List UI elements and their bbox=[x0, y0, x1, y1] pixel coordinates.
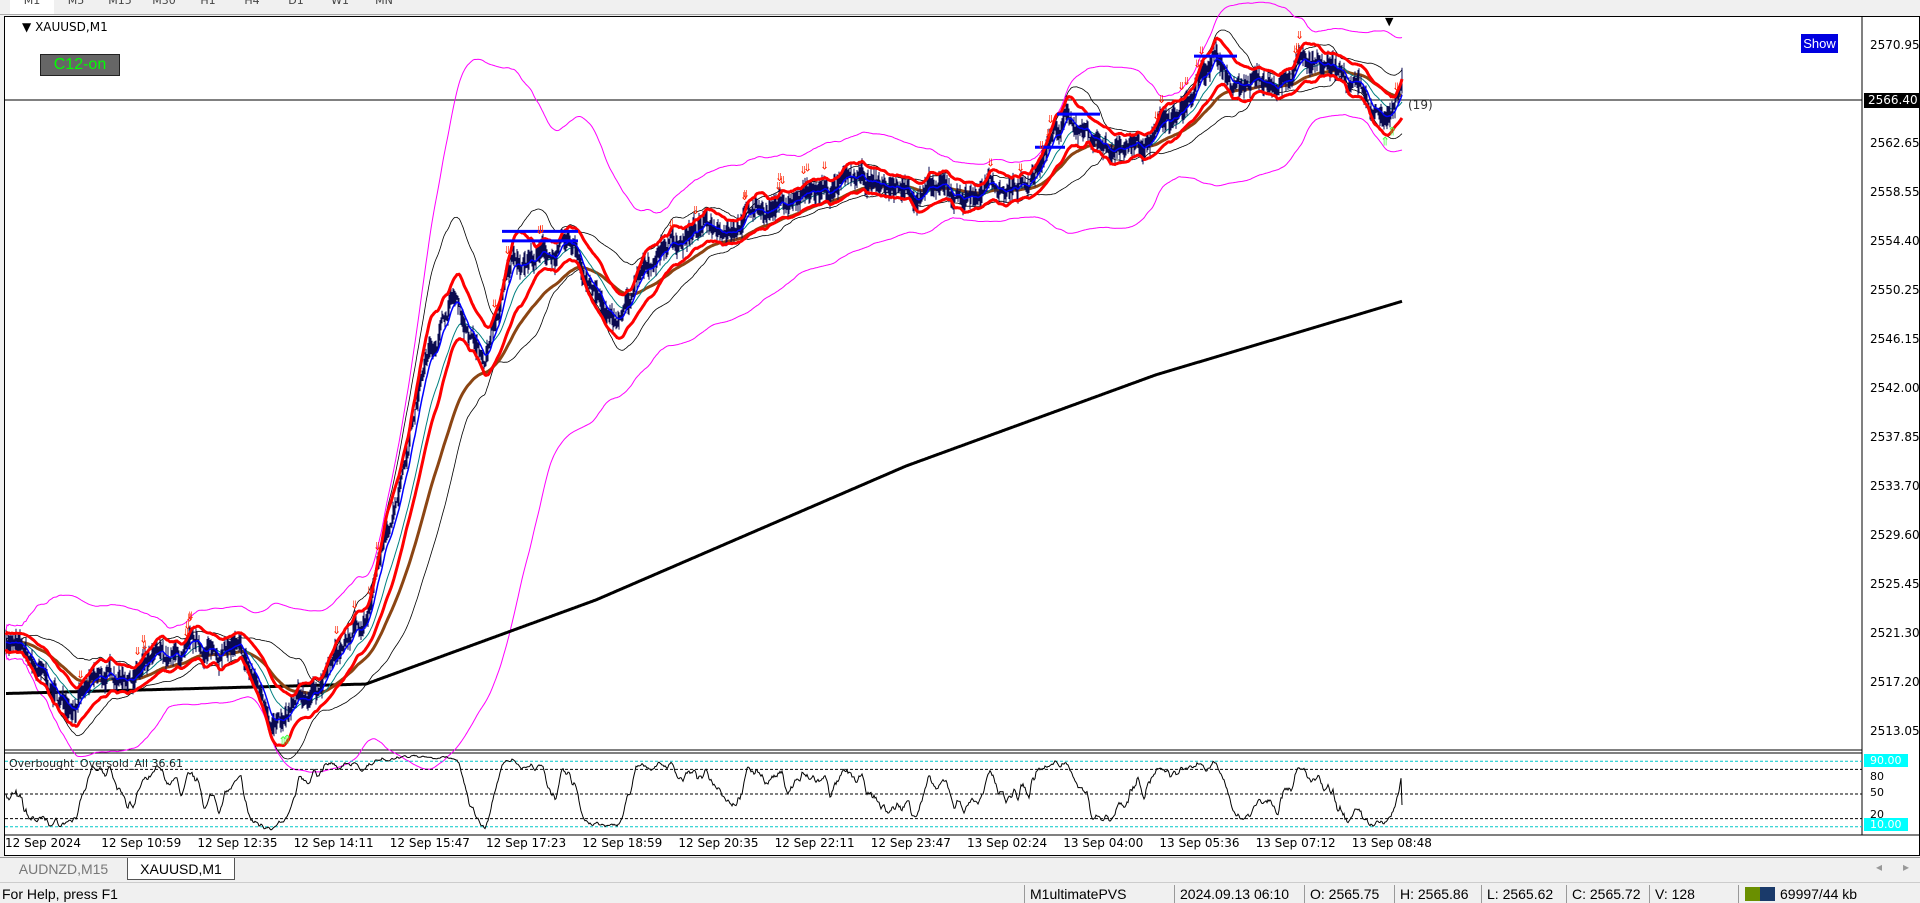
price-tick: 2525.45 bbox=[1870, 577, 1920, 592]
sell-arrow-icon: ⇓ bbox=[803, 161, 812, 174]
time-tick: 13 Sep 02:24 bbox=[967, 836, 1048, 850]
chart-tabs: AUDNZD,M15 XAUUSD,M1 ◂ ▸ bbox=[0, 857, 1920, 880]
sell-arrow-icon: ⇓ bbox=[741, 188, 750, 201]
red-band-upper bbox=[4, 36, 1404, 698]
price-tick: 2570.95 bbox=[1870, 38, 1920, 52]
symbol-title: XAUUSD,M1 bbox=[35, 20, 108, 34]
time-tick: 12 Sep 17:23 bbox=[486, 836, 567, 850]
sell-arrow-icon: ⇓ bbox=[350, 599, 359, 612]
time-tick: 12 Sep 18:59 bbox=[582, 836, 663, 850]
sell-arrow-icon: ⇓ bbox=[1293, 41, 1302, 54]
sell-arrow-icon: ⇓ bbox=[778, 174, 787, 187]
teal-moving-average bbox=[5, 64, 1403, 711]
sell-arrow-icon: ⇓ bbox=[537, 223, 546, 236]
time-tick: 12 Sep 2024 bbox=[5, 836, 82, 850]
buy-arrow-icon: ⇑ bbox=[282, 732, 292, 746]
sell-arrow-icon: ⇓ bbox=[1182, 75, 1191, 88]
price-chart[interactable]: ⇓⇓⇓⇓⇓⇓⇓⇓⇓⇓⇓⇓⇓⇓⇓⇓ ⇓⇓⇓⇓⇓⇓⇓⇓⇓ ⇓ ⇓ ⇓⇓⇓⇓ ⇓⇓⇓⇓⇓⇓ ⇓⇓⇓… bbox=[0, 0, 1920, 860]
price-tick: 2550.25 bbox=[1870, 283, 1920, 298]
c12-toggle-button[interactable]: C12-on bbox=[40, 54, 120, 76]
price-tick: 2513.05 bbox=[1870, 724, 1920, 739]
sell-arrow-icon: ⇓ bbox=[76, 669, 85, 682]
tab-xauusd-m1[interactable]: XAUUSD,M1 bbox=[127, 858, 235, 880]
sell-arrow-icon: ⇓ bbox=[1037, 139, 1046, 152]
sell-arrow-icon: ⇓ bbox=[332, 624, 341, 637]
sell-arrow-icon: ⇓ bbox=[1152, 109, 1161, 122]
sell-arrow-icon: ⇓ bbox=[1044, 127, 1053, 140]
sell-arrow-icon: ⇓ bbox=[186, 610, 195, 623]
tab-scroll-left-icon[interactable]: ◂ bbox=[1876, 860, 1882, 874]
time-tick: 12 Sep 22:11 bbox=[774, 836, 855, 850]
bar-datetime: 2024.09.13 06:10 bbox=[1180, 886, 1289, 902]
bar-close: C: 2565.72 bbox=[1572, 886, 1641, 902]
tab-audnzd-m15[interactable]: AUDNZD,M15 bbox=[0, 858, 127, 880]
price-bars bbox=[5, 40, 1403, 737]
level-90: 90.00 bbox=[1864, 754, 1908, 767]
oscillator-label: Overbought_Oversold_All 36.61 bbox=[9, 757, 183, 770]
time-tick: 12 Sep 10:59 bbox=[101, 836, 182, 850]
price-tick: 2562.65 bbox=[1870, 136, 1920, 151]
buy-arrow-icon: ⇑ bbox=[1387, 124, 1397, 138]
price-tick: 2537.85 bbox=[1870, 430, 1920, 445]
brown-moving-average bbox=[6, 69, 1403, 695]
chart-title: ▼ XAUUSD,M1 bbox=[22, 20, 108, 34]
sell-arrow-icon: ⇓ bbox=[503, 244, 512, 257]
sell-arrow-icon: ⇓ bbox=[373, 540, 382, 553]
bar-volume: V: 128 bbox=[1655, 886, 1695, 902]
sell-arrow-icon: ⇓ bbox=[1046, 113, 1055, 126]
price-tick: 2533.70 bbox=[1870, 479, 1920, 494]
time-tick: 13 Sep 05:36 bbox=[1159, 836, 1240, 850]
blue-moving-average bbox=[5, 57, 1403, 722]
sell-arrow-icon: ⇓ bbox=[1193, 58, 1202, 71]
time-tick: 13 Sep 07:12 bbox=[1255, 836, 1336, 850]
bar-high: H: 2565.86 bbox=[1400, 886, 1469, 902]
price-tick: 2554.40 bbox=[1870, 234, 1920, 249]
price-tick: 2542.00 bbox=[1870, 381, 1920, 395]
sell-arrow-icon: ⇓ bbox=[1016, 162, 1025, 175]
price-tick: 2546.15 bbox=[1870, 331, 1920, 346]
sell-arrow-icon: ⇓ bbox=[490, 297, 499, 310]
help-text: For Help, press F1 bbox=[2, 886, 118, 902]
traffic-info: 69997/44 kb bbox=[1780, 886, 1858, 902]
sell-arrow-icon: ⇓ bbox=[365, 584, 374, 597]
level-50: 50 bbox=[1870, 786, 1884, 799]
period-marker-icon: ▼ bbox=[1385, 15, 1394, 28]
sell-arrow-icon: ⇓ bbox=[1295, 29, 1304, 42]
current-price-label: 2566.40 bbox=[1864, 93, 1920, 108]
profile-name: M1ultimatePVS bbox=[1030, 886, 1127, 902]
bar-low: L: 2565.62 bbox=[1487, 886, 1554, 902]
bid-count-label: (19) bbox=[1408, 98, 1433, 112]
sell-arrow-icon: ⇓ bbox=[691, 204, 700, 217]
time-tick: 12 Sep 20:35 bbox=[678, 836, 759, 850]
connection-bars-icon[interactable] bbox=[1745, 887, 1775, 901]
price-tick: 2529.60 bbox=[1870, 527, 1920, 542]
tab-scroll-right-icon[interactable]: ▸ bbox=[1903, 860, 1909, 874]
price-tick: 2558.55 bbox=[1870, 184, 1920, 199]
collapse-triangle-icon[interactable]: ▼ bbox=[22, 20, 31, 34]
sell-arrow-icon: ⇓ bbox=[1392, 81, 1401, 94]
time-tick: 13 Sep 04:00 bbox=[1063, 836, 1144, 850]
sell-arrow-icon: ⇓ bbox=[986, 157, 995, 170]
show-button[interactable]: Show bbox=[1801, 34, 1838, 53]
time-tick: 12 Sep 15:47 bbox=[389, 836, 470, 850]
sell-arrow-icon: ⇓ bbox=[667, 218, 676, 231]
status-bar: For Help, press F1 M1ultimatePVS 2024.09… bbox=[0, 882, 1920, 903]
sell-arrow-icon: ⇓ bbox=[1157, 93, 1166, 106]
level-80: 80 bbox=[1870, 770, 1884, 783]
bar-open: O: 2565.75 bbox=[1310, 886, 1380, 902]
time-tick: 13 Sep 08:48 bbox=[1351, 836, 1432, 850]
sell-arrow-icon: ⇓ bbox=[820, 160, 829, 173]
price-tick: 2521.30 bbox=[1870, 626, 1920, 641]
sell-arrow-icon: ⇓ bbox=[1197, 44, 1206, 57]
time-tick: 12 Sep 14:11 bbox=[293, 836, 374, 850]
time-tick: 12 Sep 12:35 bbox=[197, 836, 278, 850]
envelope-upper bbox=[5, 29, 1403, 683]
level-10: 10.00 bbox=[1864, 818, 1908, 831]
time-tick: 12 Sep 23:47 bbox=[870, 836, 951, 850]
price-tick: 2517.20 bbox=[1870, 674, 1920, 689]
sell-arrow-icon: ⇓ bbox=[140, 639, 149, 652]
